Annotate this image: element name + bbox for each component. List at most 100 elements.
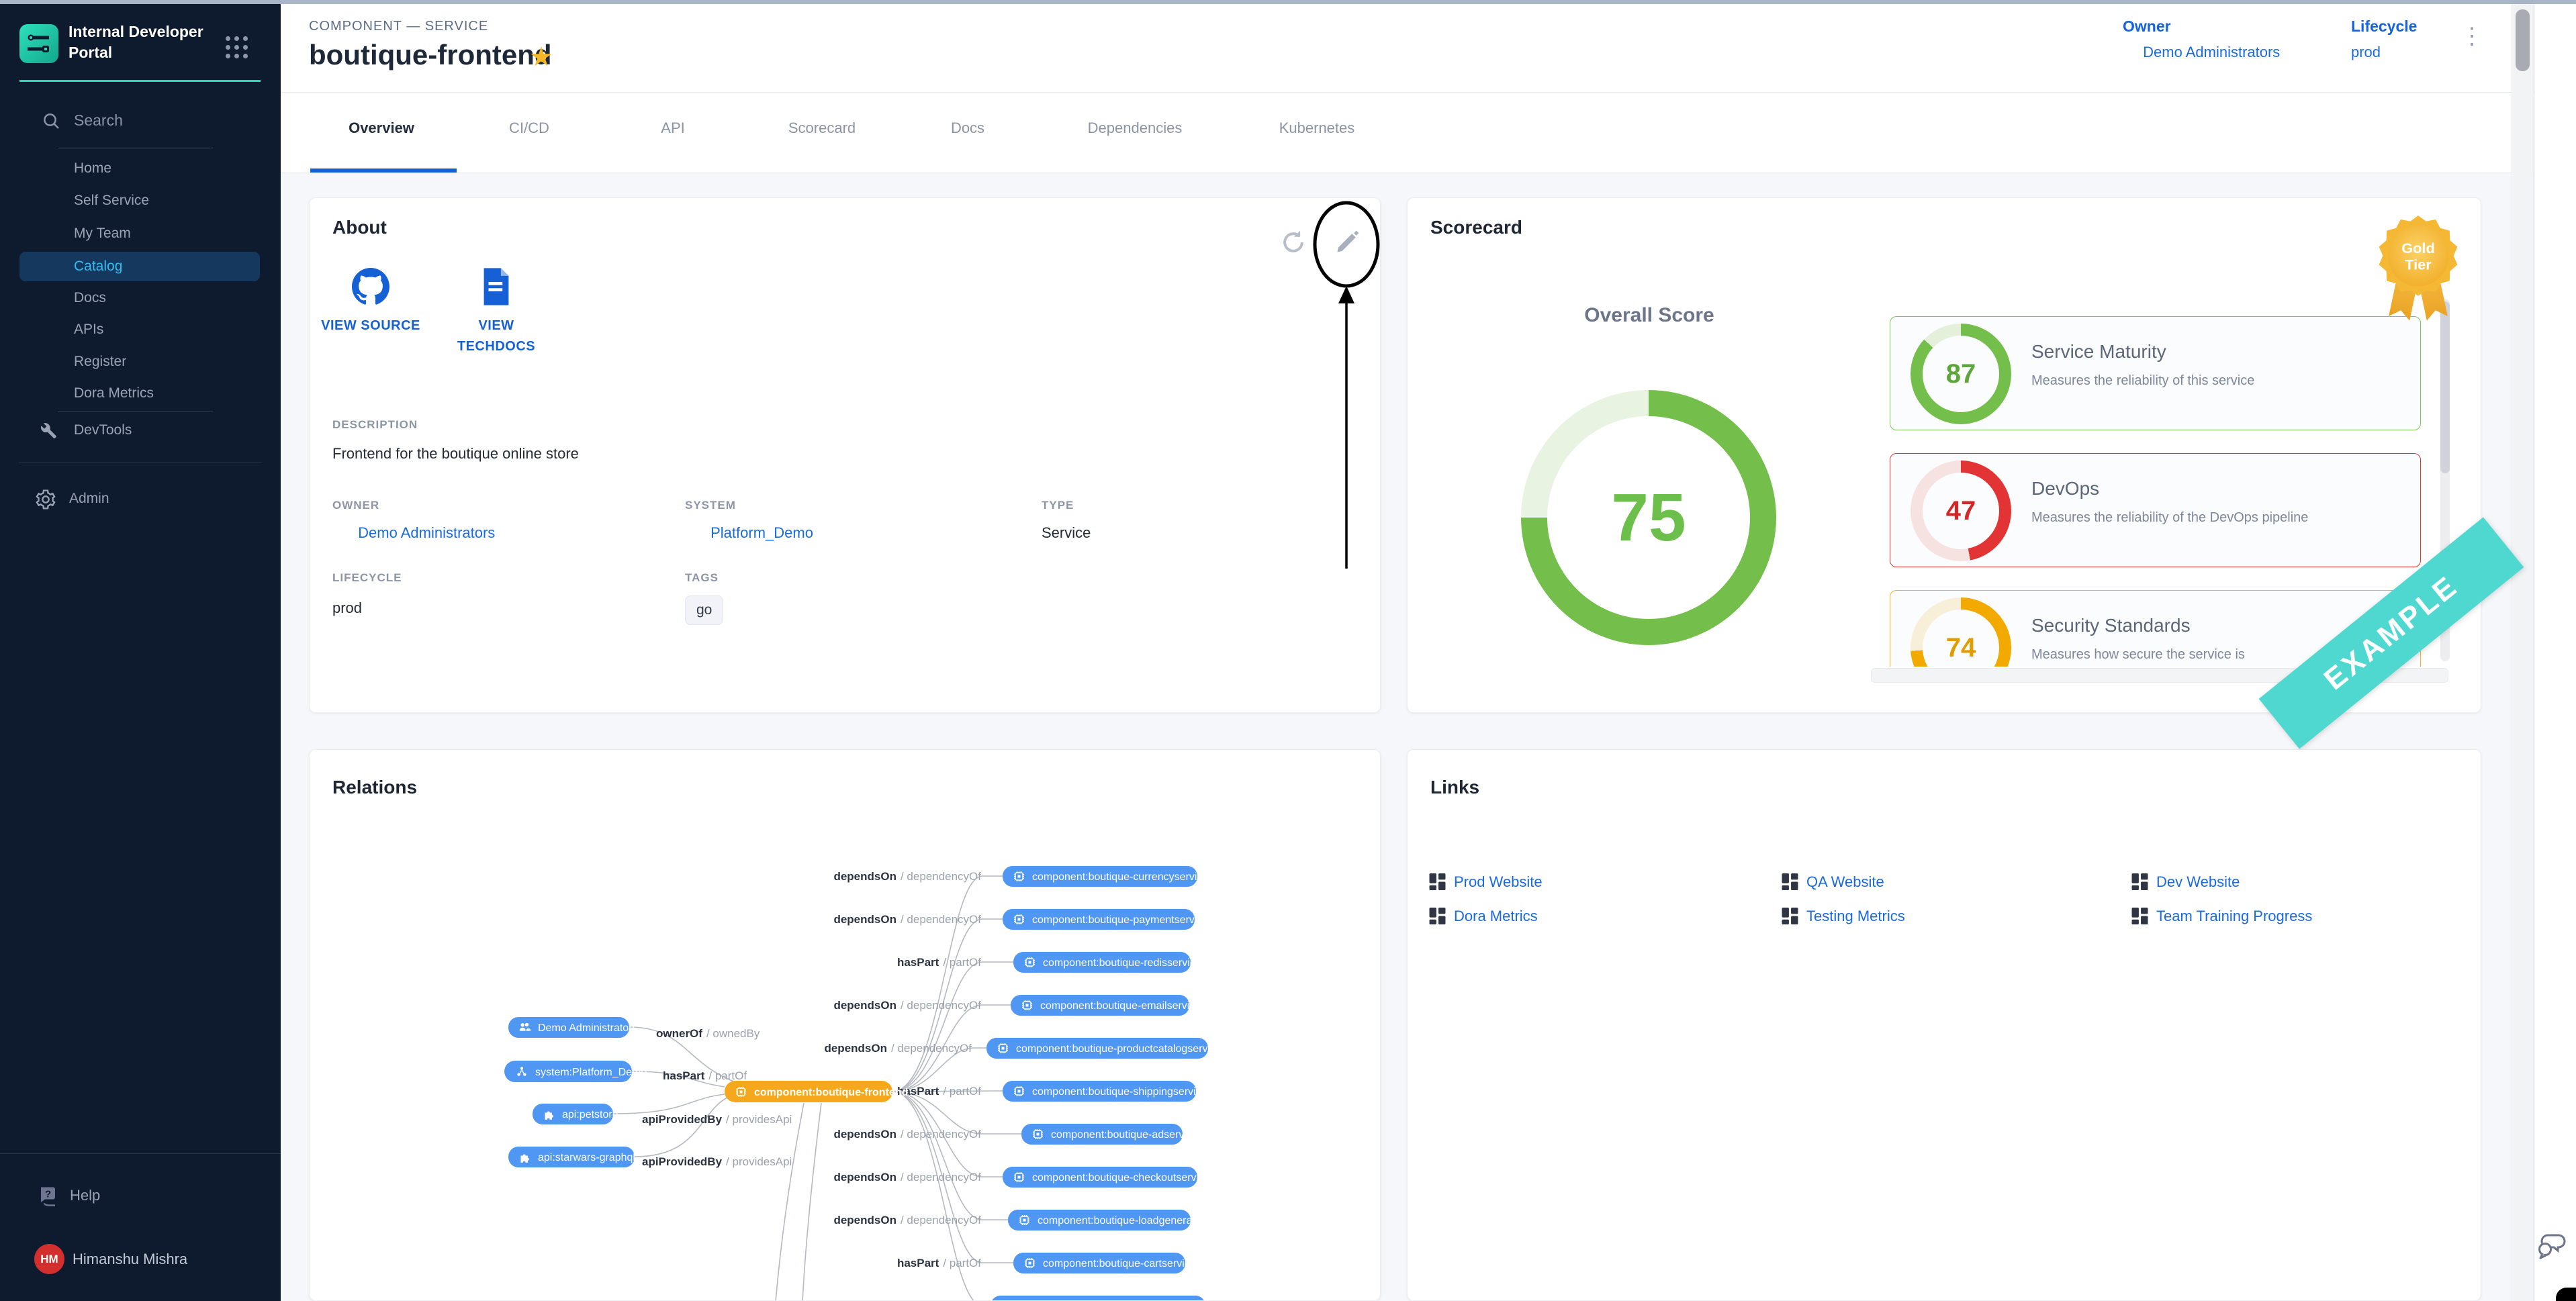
score-item-service-maturity[interactable]: 87 Service Maturity Measures the reliabi… [1890, 316, 2421, 430]
techdocs-icon [481, 268, 512, 305]
svg-text:component:boutique-redisservic: component:boutique-redisservice [1043, 957, 1201, 969]
graph-node-boutique-frontend[interactable]: component:boutique-frontend [725, 1081, 908, 1102]
svg-text:dependsOn/ dependencyOf: dependsOn/ dependencyOf [833, 1171, 981, 1184]
edit-button[interactable] [1332, 228, 1362, 257]
tab-scorecard[interactable]: Scorecard [788, 119, 856, 137]
refresh-button[interactable] [1279, 228, 1308, 257]
graph-node-cutoff[interactable] [991, 1296, 1205, 1301]
graph-node-shippingservice[interactable]: component:boutique-shippingservice [1003, 1081, 1207, 1102]
sidebar-item-docs[interactable]: Docs [0, 283, 281, 314]
graph-node-redisservice[interactable]: component:boutique-redisservice [1013, 952, 1201, 973]
active-tab-underline [310, 168, 457, 173]
header-owner: Owner Demo Administrators [2123, 17, 2280, 61]
dashboard-icon [1429, 873, 1446, 890]
tab-kubernetes[interactable]: Kubernetes [1279, 119, 1355, 137]
svg-text:component:boutique-currencyser: component:boutique-currencyservice [1032, 871, 1208, 883]
favorite-star-icon[interactable]: ★ [529, 42, 553, 73]
svg-text:dependsOn/ dependencyOf: dependsOn/ dependencyOf [833, 870, 981, 883]
sidebar-item-register[interactable]: Register [0, 346, 281, 377]
github-icon [352, 268, 389, 305]
user-name: Himanshu Mishra [73, 1251, 187, 1268]
sidebar-item-home[interactable]: Home [0, 153, 281, 184]
graph-node-cartservice[interactable]: component:boutique-cartservice [1013, 1253, 1196, 1273]
sidebar-item-devtools[interactable]: DevTools [0, 415, 281, 446]
cursor-artifact [2556, 1288, 2576, 1301]
sidebar-item-my-team[interactable]: My Team [0, 218, 281, 249]
graph-node-demo-administrators[interactable]: Demo Administrators [508, 1017, 638, 1038]
entity-tabs: Overview CI/CD API Scorecard Docs Depend… [281, 93, 2576, 173]
link-dev-website[interactable]: Dev Website [2131, 873, 2240, 891]
svg-text:component:boutique-productcata: component:boutique-productcatalogservice [1016, 1043, 1222, 1055]
kebab-menu-icon[interactable]: ⋮ [2460, 23, 2483, 50]
owner-link[interactable]: Demo Administrators [2123, 44, 2280, 61]
tab-dependencies[interactable]: Dependencies [1088, 119, 1183, 137]
graph-node-paymentservice[interactable]: component:boutique-paymentservice [1003, 909, 1208, 930]
user-menu[interactable]: HM Himanshu Mishra [0, 1241, 281, 1278]
dashboard-icon [2131, 873, 2148, 890]
link-team-training-progress[interactable]: Team Training Progress [2131, 908, 2312, 925]
owner-value-link[interactable]: Demo Administrators [332, 524, 495, 542]
svg-text:api:petstore: api:petstore [562, 1109, 618, 1120]
svg-text:component:boutique-loadgenerat: component:boutique-loadgenerator [1038, 1215, 1205, 1226]
group-icon [2123, 44, 2139, 60]
sidebar-item-self-service[interactable]: Self Service [0, 185, 281, 216]
overall-score-gauge: 75 [1521, 390, 1776, 645]
tab-cicd[interactable]: CI/CD [509, 119, 549, 137]
wrench-icon [38, 420, 58, 440]
system-icon [685, 524, 701, 540]
portal-title: Internal Developer Portal [68, 21, 223, 63]
page-title: boutique-frontend [309, 39, 552, 71]
page-scrollbar[interactable] [2512, 4, 2534, 1301]
link-prod-website[interactable]: Prod Website [1429, 873, 1543, 891]
system-label: SYSTEM [685, 499, 736, 512]
score-items-list: 87 Service Maturity Measures the reliabi… [1871, 299, 2432, 667]
lifecycle-label: LIFECYCLE [332, 571, 402, 585]
system-value-link[interactable]: Platform_Demo [685, 524, 813, 542]
svg-text:dependsOn/ dependencyOf: dependsOn/ dependencyOf [833, 1128, 981, 1141]
sidebar-item-dora-metrics[interactable]: Dora Metrics [0, 378, 281, 409]
tags-label: TAGS [685, 571, 719, 585]
feedback-chat-icon[interactable] [2537, 1230, 2568, 1263]
right-rail [2534, 4, 2576, 1301]
svg-text:system:Platform_Demo: system:Platform_Demo [535, 1067, 647, 1078]
devops-gauge: 47 [1911, 461, 2011, 561]
type-label: TYPE [1042, 499, 1074, 512]
tab-overview[interactable]: Overview [349, 119, 414, 137]
apps-grid-icon[interactable] [226, 36, 248, 59]
tab-docs[interactable]: Docs [951, 119, 984, 137]
tag-chip-go[interactable]: go [685, 595, 723, 625]
view-source-link[interactable]: VIEW SOURCE [314, 268, 428, 336]
overall-score-value: 75 [1611, 479, 1686, 557]
group-icon [332, 524, 349, 540]
graph-node-emailservice[interactable]: component:boutique-emailservice [1011, 995, 1201, 1016]
page-scrollbar-thumb[interactable] [2516, 9, 2530, 71]
link-qa-website[interactable]: QA Website [1782, 873, 1884, 891]
sidebar-item-apis[interactable]: APIs [0, 314, 281, 345]
sidebar-item-catalog[interactable]: Catalog [0, 251, 281, 282]
overall-score-label: Overall Score [1515, 304, 1784, 327]
svg-text:dependsOn/ dependencyOf: dependsOn/ dependencyOf [833, 913, 981, 926]
svg-text:component:boutique-checkoutser: component:boutique-checkoutservice [1032, 1172, 1210, 1184]
graph-node-currencyservice[interactable]: component:boutique-currencyservice [1003, 866, 1208, 887]
svg-text:component:boutique-paymentserv: component:boutique-paymentservice [1032, 914, 1208, 926]
graph-node-system-platform-demo[interactable]: system:Platform_Demo [504, 1061, 647, 1082]
svg-text:component:boutique-shippingser: component:boutique-shippingservice [1032, 1086, 1207, 1098]
graph-node-api-starwars-graphql[interactable]: api:starwars-graphql [508, 1147, 635, 1167]
scorecard-title: Scorecard [1430, 217, 1522, 238]
tab-api[interactable]: API [661, 119, 684, 137]
link-testing-metrics[interactable]: Testing Metrics [1782, 908, 1905, 925]
svg-text:hasPart/ partOf: hasPart/ partOf [663, 1069, 747, 1082]
score-item-devops[interactable]: 47 DevOps Measures the reliability of th… [1890, 453, 2421, 567]
link-dora-metrics[interactable]: Dora Metrics [1429, 908, 1538, 925]
sidebar-search[interactable]: Search [0, 106, 281, 141]
graph-node-productcatalogservice[interactable]: component:boutique-productcatalogservice [986, 1038, 1222, 1059]
view-techdocs-link[interactable]: VIEW TECHDOCS [439, 268, 553, 357]
graph-node-checkoutservice[interactable]: component:boutique-checkoutservice [1003, 1167, 1210, 1188]
graph-node-adservice[interactable]: component:boutique-adservice [1021, 1124, 1198, 1145]
graph-node-loadgenerator[interactable]: component:boutique-loadgenerator [1008, 1210, 1205, 1231]
svg-text:dependsOn/ dependencyOf: dependsOn/ dependencyOf [824, 1042, 972, 1055]
help-button[interactable]: ? Help [0, 1180, 281, 1214]
graph-node-api-petstore[interactable]: api:petstore [533, 1104, 618, 1124]
svg-text:apiProvidedBy/ providesApi: apiProvidedBy/ providesApi [642, 1113, 792, 1126]
sidebar-item-admin[interactable]: Admin [0, 483, 281, 514]
